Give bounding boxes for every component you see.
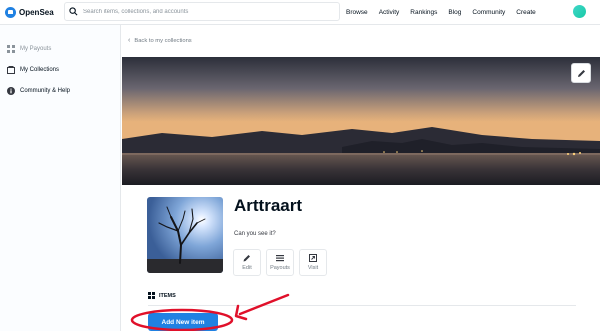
- edit-label: Edit: [242, 265, 252, 271]
- chevron-left-icon: ‹: [128, 37, 131, 44]
- divider: [148, 305, 576, 306]
- nav-blog[interactable]: Blog: [448, 9, 461, 16]
- user-avatar[interactable]: [573, 5, 586, 18]
- list-icon: [276, 255, 284, 262]
- items-section-header: ITEMS: [148, 292, 176, 299]
- nav-community[interactable]: Community: [472, 9, 505, 16]
- grid-icon: [7, 44, 15, 53]
- edit-collection-button[interactable]: Edit: [233, 249, 261, 276]
- back-link-label: Back to my collections: [134, 37, 192, 44]
- pencil-icon: [243, 255, 250, 262]
- annotation-arrowhead: [234, 304, 248, 321]
- nav-rankings[interactable]: Rankings: [410, 9, 437, 16]
- nav-browse[interactable]: Browse: [346, 9, 368, 16]
- collection-icon: [7, 65, 15, 74]
- payouts-button[interactable]: Payouts: [266, 249, 294, 276]
- tree-silhouette-picture: [147, 197, 223, 273]
- pencil-icon: [577, 69, 585, 77]
- nav-activity[interactable]: Activity: [379, 9, 400, 16]
- sunset-lake-picture: [122, 57, 600, 185]
- sidebar-item-label: Community & Help: [20, 87, 71, 94]
- sidebar-item-label: My Payouts: [20, 45, 52, 52]
- info-icon: [7, 86, 15, 95]
- search-input[interactable]: [83, 8, 333, 15]
- collection-banner-image: [122, 57, 600, 185]
- logo-text: OpenSea: [19, 7, 54, 17]
- sidebar-item-my-collections[interactable]: My Collections: [0, 59, 120, 80]
- visit-button[interactable]: Visit: [299, 249, 327, 276]
- opensea-logo[interactable]: OpenSea: [5, 6, 63, 18]
- grid-icon: [148, 292, 155, 299]
- search-box[interactable]: [64, 2, 340, 21]
- collection-title: Arttraart: [234, 196, 303, 215]
- sidebar-item-community-help[interactable]: Community & Help: [0, 80, 120, 101]
- add-new-item-button[interactable]: Add New item: [148, 313, 218, 331]
- top-navigation-bar: OpenSea Browse Activity Rankings Blog Co…: [0, 0, 600, 25]
- visit-label: Visit: [307, 265, 319, 271]
- edit-banner-button[interactable]: [571, 63, 591, 83]
- payouts-label: Payouts: [270, 265, 290, 271]
- search-icon: [69, 7, 78, 16]
- sidebar-item-my-payouts[interactable]: My Payouts: [0, 38, 120, 59]
- collection-logo-image: [147, 197, 223, 273]
- sidebar-item-label: My Collections: [20, 66, 60, 73]
- main-nav: Browse Activity Rankings Blog Community …: [346, 0, 547, 24]
- collection-description: Can you see it?: [234, 231, 276, 237]
- back-to-collections-link[interactable]: ‹ Back to my collections: [128, 37, 192, 44]
- sidebar: My Payouts My Collections Community & He…: [0, 25, 121, 331]
- external-icon: [309, 254, 317, 262]
- opensea-logo-icon: [5, 6, 16, 18]
- items-header-label: ITEMS: [159, 292, 176, 299]
- collection-actions: Edit Payouts Visit: [233, 249, 332, 276]
- nav-create[interactable]: Create: [516, 9, 536, 16]
